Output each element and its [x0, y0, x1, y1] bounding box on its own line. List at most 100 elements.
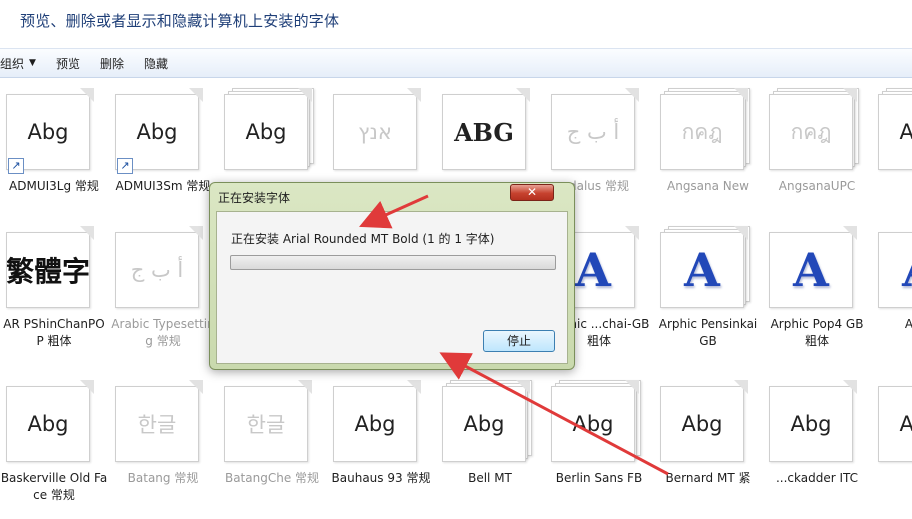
font-file-icon: A	[769, 226, 865, 308]
dialog-body: 正在安装 Arial Rounded MT Bold (1 的 1 字体) 停止	[216, 211, 568, 364]
font-file-icon: กคฎ	[769, 88, 865, 170]
font-file-icon: أ ب ج	[551, 88, 647, 170]
font-sample: أ ب ج	[566, 120, 620, 144]
delete-button[interactable]: 删除	[90, 49, 134, 77]
font-item[interactable]: أ ب ج Arabic Typesetting 常规	[109, 220, 217, 364]
font-name: ...ckadder ITC	[775, 471, 859, 485]
font-name: Berlin Sans FB	[555, 471, 643, 485]
font-file-icon: Abg ↗	[6, 88, 102, 174]
font-item[interactable]: 한글 Batang 常规	[109, 374, 217, 518]
font-name: ADMUI3Lg 常规	[9, 179, 99, 193]
font-item[interactable]: Abg Ap	[872, 82, 912, 226]
font-sample: Abg	[27, 412, 69, 436]
font-sample: A	[575, 243, 611, 297]
font-file-icon: กคฎ	[660, 88, 756, 170]
font-file-icon: Abg	[878, 380, 912, 462]
font-name: BatangChe 常规	[224, 471, 320, 485]
font-file-icon: Abg	[660, 380, 756, 462]
shortcut-arrow-icon: ↗	[117, 158, 133, 174]
font-item[interactable]: Abg Bauhaus 93 常规	[327, 374, 435, 518]
font-sample: Abg	[899, 412, 912, 436]
font-sample: 한글	[137, 413, 177, 437]
font-name: Boo	[872, 470, 912, 487]
font-name: Ap	[872, 178, 912, 195]
font-item[interactable]: A Arphic Pensinkai GB	[654, 220, 762, 364]
font-sample: Abg	[681, 412, 723, 436]
font-file-icon: A	[660, 226, 756, 308]
font-sample: 한글	[246, 413, 286, 437]
font-item[interactable]: Abg Bell MT	[436, 374, 544, 518]
hide-button[interactable]: 隐藏	[134, 49, 178, 77]
font-sample: Abg	[27, 120, 69, 144]
shortcut-arrow-icon: ↗	[8, 158, 24, 174]
progress-bar	[230, 255, 556, 270]
installing-fonts-dialog: 正在安装字体 ✕ 正在安装 Arial Rounded MT Bold (1 的…	[209, 182, 575, 370]
page-title: 预览、删除或者显示和隐藏计算机上安装的字体	[20, 12, 340, 30]
font-item[interactable]: Abg Baskerville Old Face 常规	[0, 374, 108, 518]
font-file-icon: 한글	[115, 380, 211, 462]
font-sample: Abg	[245, 120, 287, 144]
font-name: Bernard MT 紧	[665, 471, 751, 485]
stop-button[interactable]: 停止	[483, 330, 555, 352]
font-file-icon: ABG	[442, 88, 538, 170]
font-sample: กคฎ	[681, 119, 723, 144]
font-file-icon: Abg	[6, 380, 102, 462]
toolbar: 组织 ▼ 预览 删除 隐藏	[0, 48, 912, 78]
font-sample: Abg	[354, 412, 396, 436]
font-file-icon: 한글	[224, 380, 320, 462]
font-sample: 繁體字	[6, 255, 90, 288]
font-item[interactable]: 繁體字 AR PShinChanPOP 粗体	[0, 220, 108, 364]
font-name: AngsanaUPC	[778, 179, 856, 193]
font-name: Bell MT	[468, 471, 512, 485]
font-name: Bauhaus 93 常规	[331, 471, 431, 485]
font-name: ADMUI3Sm 常规	[115, 179, 211, 193]
chevron-down-icon: ▼	[29, 58, 36, 68]
font-file-icon: Abg	[333, 380, 429, 462]
font-name: Arphic Pensinkai GB	[658, 317, 758, 348]
font-item[interactable]: Abg ...ckadder ITC	[763, 374, 871, 518]
font-item[interactable]: Abg Berlin Sans FB	[545, 374, 653, 518]
font-name: Angsana New	[667, 179, 749, 193]
font-item[interactable]: A A Shue	[872, 220, 912, 364]
font-file-icon: 繁體字	[6, 226, 102, 308]
font-name: Arabic Typesetting 常规	[111, 317, 215, 348]
install-status: 正在安装 Arial Rounded MT Bold (1 的 1 字体)	[231, 232, 495, 246]
font-file-icon: Abg ↗	[115, 88, 211, 174]
font-sample: Abg	[463, 412, 505, 436]
font-name: Batang 常规	[127, 471, 199, 485]
font-name: Baskerville Old Face 常规	[0, 471, 108, 502]
font-sample: กคฎ	[790, 119, 832, 144]
close-button[interactable]: ✕	[510, 184, 554, 201]
font-sample: أ ب ج	[130, 258, 184, 282]
font-item[interactable]: A Arphic Pop4 GB 粗体	[763, 220, 871, 364]
font-file-icon: أ ب ج	[115, 226, 211, 308]
font-file-icon: Abg	[442, 380, 538, 462]
font-file-icon: A	[878, 226, 912, 308]
font-file-icon: Abg	[769, 380, 865, 462]
font-name: AR PShinChanPOP 粗体	[3, 317, 105, 348]
font-name: A Shue	[904, 317, 912, 331]
font-item[interactable]: กคฎ AngsanaUPC	[763, 82, 871, 226]
font-item[interactable]: Abg ↗ ADMUI3Lg 常规	[0, 82, 108, 226]
font-sample: Abg	[790, 412, 832, 436]
font-item[interactable]: กคฎ Angsana New	[654, 82, 762, 226]
organize-button[interactable]: 组织 ▼	[0, 49, 46, 77]
font-sample: Abg	[899, 120, 912, 144]
font-item[interactable]: 한글 BatangChe 常规	[218, 374, 326, 518]
font-sample: Abg	[136, 120, 178, 144]
font-sample: אנץ	[358, 120, 392, 144]
font-file-icon: אנץ	[333, 88, 429, 170]
preview-button[interactable]: 预览	[46, 49, 90, 77]
font-sample: ABG	[454, 117, 514, 147]
font-sample: A	[793, 243, 829, 297]
dialog-title: 正在安装字体	[218, 191, 291, 205]
font-sample: Abg	[572, 412, 614, 436]
font-item[interactable]: Abg Boo	[872, 374, 912, 518]
font-file-icon: Abg	[551, 380, 647, 462]
font-file-icon: Abg	[878, 88, 912, 170]
font-sample: A	[902, 243, 912, 297]
font-name: Arphic Pop4 GB 粗体	[770, 317, 864, 348]
font-item[interactable]: Abg Bernard MT 紧	[654, 374, 762, 518]
font-item[interactable]: Abg ↗ ADMUI3Sm 常规	[109, 82, 217, 226]
font-sample: A	[684, 243, 720, 297]
